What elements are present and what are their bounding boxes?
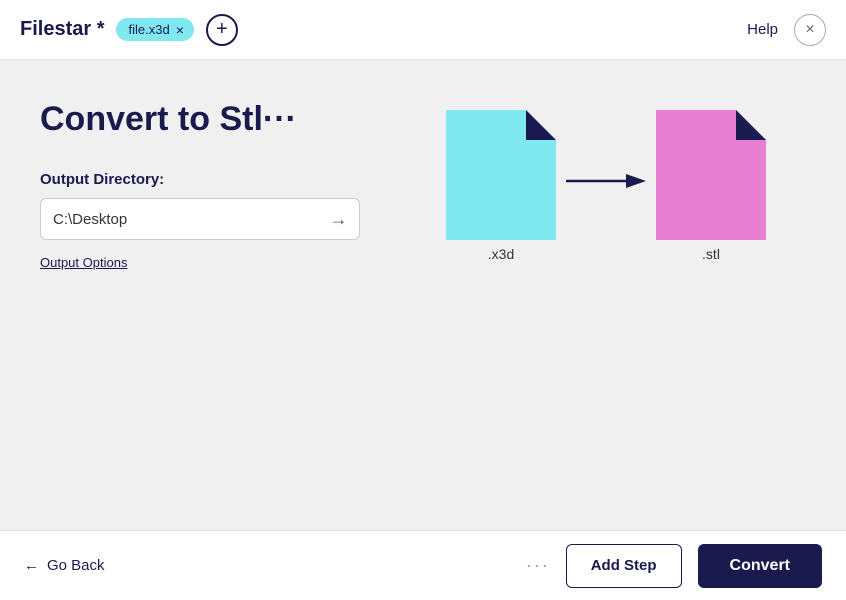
- footer-right: ··· Add Step Convert: [526, 544, 822, 588]
- file-tag-close-icon[interactable]: ×: [176, 23, 184, 37]
- app-title: Filestar *: [20, 18, 104, 41]
- convert-button[interactable]: Convert: [698, 544, 822, 588]
- browse-directory-button[interactable]: →: [318, 198, 360, 240]
- arrow-right-icon: →: [330, 209, 348, 230]
- target-file-icon: [656, 110, 766, 240]
- close-button[interactable]: ×: [794, 14, 826, 46]
- add-step-button[interactable]: Add Step: [566, 544, 682, 588]
- more-options-button[interactable]: ···: [526, 555, 550, 576]
- conversion-illustration: .x3d .stl: [446, 110, 766, 262]
- file-tag: file.x3d ×: [116, 18, 193, 41]
- source-file-icon: [446, 110, 556, 240]
- output-directory-row: →: [40, 198, 360, 240]
- source-file-label: .x3d: [488, 246, 514, 262]
- file-tag-label: file.x3d: [128, 22, 169, 37]
- arrow-left-icon: ←: [24, 557, 39, 574]
- header: Filestar * file.x3d × + Help ×: [0, 0, 846, 60]
- main-content: Convert to Stl··· Output Directory: → Ou…: [0, 60, 846, 530]
- target-file-wrapper: .stl: [656, 110, 766, 262]
- add-file-button[interactable]: +: [206, 14, 238, 46]
- go-back-label: Go Back: [47, 557, 105, 574]
- output-options-link[interactable]: Output Options: [40, 255, 127, 270]
- help-link[interactable]: Help: [747, 21, 778, 38]
- go-back-button[interactable]: ← Go Back: [24, 557, 105, 574]
- footer: ← Go Back ··· Add Step Convert: [0, 530, 846, 600]
- header-right: Help ×: [747, 14, 826, 46]
- target-file-label: .stl: [702, 246, 720, 262]
- header-left: Filestar * file.x3d × +: [20, 14, 238, 46]
- conversion-arrow: [566, 169, 646, 193]
- source-file-wrapper: .x3d: [446, 110, 556, 262]
- output-directory-input[interactable]: [40, 198, 318, 240]
